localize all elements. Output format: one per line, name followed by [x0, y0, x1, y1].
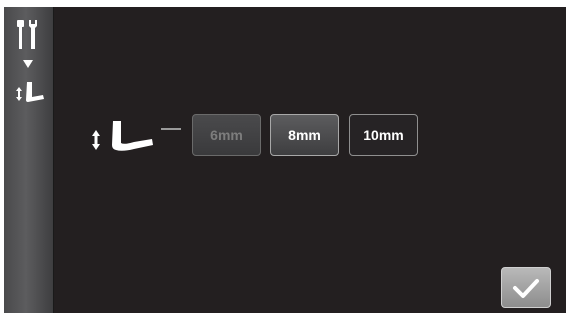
option-6mm-button[interactable]: 6mm	[192, 114, 261, 156]
option-10mm-button[interactable]: 10mm	[349, 114, 418, 156]
settings-tools-icon[interactable]	[14, 18, 40, 52]
option-8mm-button[interactable]: 8mm	[270, 114, 339, 156]
connector-line	[161, 128, 181, 130]
sidebar	[4, 7, 54, 313]
screen: 6mm 8mm 10mm	[4, 7, 566, 313]
arrow-down-icon	[23, 60, 33, 68]
checkmark-icon	[513, 278, 539, 298]
confirm-button[interactable]	[501, 267, 551, 308]
presser-foot-height-icon	[16, 82, 44, 102]
presser-foot-height-icon	[92, 121, 153, 151]
